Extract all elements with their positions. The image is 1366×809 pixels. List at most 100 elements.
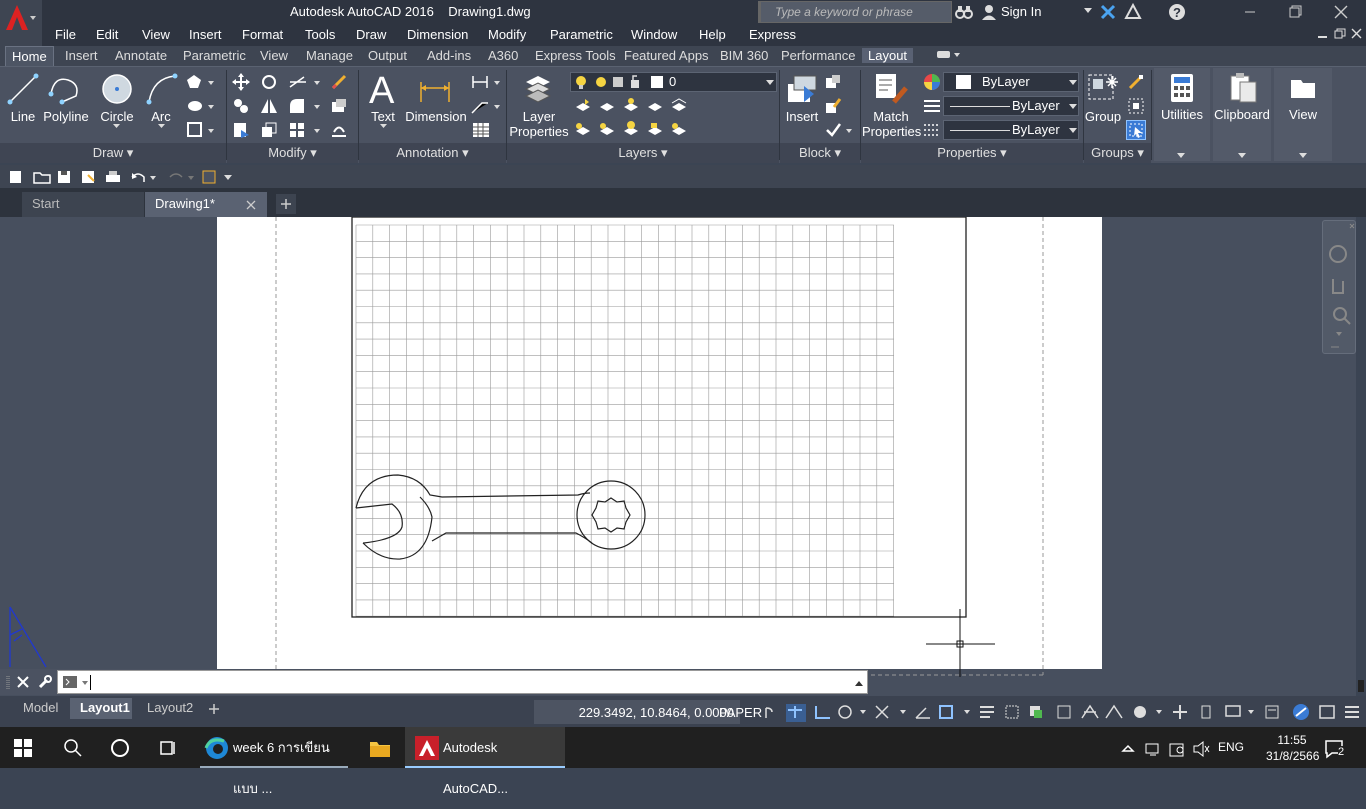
command-line-grip-icon[interactable]: [5, 674, 11, 692]
table-icon[interactable]: [472, 121, 490, 139]
utilities-button[interactable]: Utilities: [1154, 107, 1210, 122]
exchange-apps-icon[interactable]: [1100, 4, 1116, 20]
tab-insert[interactable]: Insert: [65, 48, 98, 63]
block-attribute-icon[interactable]: [824, 121, 854, 139]
navigation-tools[interactable]: [1323, 221, 1357, 355]
tab-manage[interactable]: Manage: [306, 48, 353, 63]
tab-parametric[interactable]: Parametric: [183, 48, 246, 63]
dimension-button[interactable]: Dimension: [404, 109, 468, 124]
coordinates-display[interactable]: 229.3492, 10.8464, 0.0000: [534, 700, 740, 724]
layer-properties-label-2[interactable]: Properties: [508, 124, 570, 139]
command-customize-icon[interactable]: [37, 674, 53, 690]
command-history-icon[interactable]: [855, 679, 865, 687]
vertical-scrollbar[interactable]: [1356, 217, 1366, 696]
taskbar-autocad-item[interactable]: Autodesk AutoCAD...: [405, 727, 565, 796]
layout-tab-layout2[interactable]: Layout2: [147, 700, 193, 715]
leader-icon[interactable]: [470, 97, 502, 115]
help-icon[interactable]: ?: [1168, 3, 1186, 21]
mirror-icon[interactable]: [260, 97, 278, 115]
tab-home[interactable]: Home: [5, 46, 54, 66]
search-input[interactable]: Type a keyword or phrase: [760, 1, 952, 23]
linear-dim-icon[interactable]: [470, 73, 502, 91]
signin-dropdown-icon[interactable]: [1084, 8, 1092, 14]
match-properties-label-2[interactable]: Properties: [862, 124, 921, 139]
scrollbar-thumb[interactable]: [1358, 680, 1364, 692]
line-button[interactable]: Line: [5, 109, 41, 124]
arc-icon[interactable]: [145, 72, 179, 106]
copy-icon[interactable]: [232, 97, 250, 115]
create-block-icon[interactable]: [824, 73, 842, 91]
close-tab-icon[interactable]: [246, 200, 256, 210]
windows-start-icon[interactable]: [14, 739, 32, 757]
annotation-panel-title[interactable]: Annotation ▾: [359, 143, 506, 163]
tab-add-ins[interactable]: Add-ins: [427, 48, 471, 63]
explode-icon[interactable]: [330, 97, 348, 115]
binoculars-icon[interactable]: [955, 4, 973, 20]
text-button[interactable]: Text: [364, 109, 402, 124]
polygon-icon[interactable]: [186, 73, 218, 91]
taskbar-browser-item[interactable]: week 6 การเขียนแบบ ...: [196, 727, 352, 796]
status-toggle-icons[interactable]: [760, 702, 1366, 722]
restore-icon[interactable]: [1288, 5, 1302, 19]
rotate-icon[interactable]: [260, 73, 278, 91]
tab-annotate[interactable]: Annotate: [115, 48, 167, 63]
hatch-icon[interactable]: [186, 97, 218, 115]
tab-layout[interactable]: Layout: [862, 48, 914, 63]
clipboard-dropdown-icon[interactable]: [1238, 153, 1246, 159]
view-dropdown-icon[interactable]: [1299, 153, 1307, 159]
menu-file[interactable]: File: [55, 27, 76, 42]
block-panel-title[interactable]: Block ▾: [780, 143, 860, 163]
stretch-icon[interactable]: [232, 121, 250, 139]
tab-express-tools[interactable]: Express Tools: [535, 48, 616, 63]
tray-icons[interactable]: [1120, 740, 1210, 758]
tab-featured-apps[interactable]: Featured Apps: [624, 48, 709, 63]
clipboard-button[interactable]: Clipboard: [1213, 107, 1271, 122]
trim-icon[interactable]: [288, 73, 324, 91]
minimize-icon[interactable]: [1234, 5, 1280, 19]
doc-minimize-icon[interactable]: [1318, 29, 1328, 39]
paper-space-toggle[interactable]: PAPER: [717, 700, 764, 724]
layout-tab-layout1[interactable]: Layout1: [80, 700, 130, 715]
color-dropdown[interactable]: ByLayer: [943, 72, 1079, 92]
text-dropdown-icon[interactable]: [380, 124, 387, 129]
tab-a360[interactable]: A360: [488, 48, 518, 63]
group-selection-toggle[interactable]: [1126, 120, 1146, 140]
sign-in-link[interactable]: Sign In: [1001, 4, 1041, 19]
new-tab-button[interactable]: [276, 194, 296, 214]
lineweight-dropdown[interactable]: ByLayer: [943, 120, 1079, 140]
view-button[interactable]: View: [1274, 107, 1332, 122]
viewport-frame[interactable]: [351, 217, 967, 618]
match-properties-label-1[interactable]: Match: [862, 109, 920, 124]
input-language[interactable]: ENG: [1218, 740, 1244, 754]
tab-bim-360[interactable]: BIM 360: [720, 48, 768, 63]
layers-panel-title[interactable]: Layers ▾: [507, 143, 779, 163]
menu-insert[interactable]: Insert: [189, 27, 222, 42]
dimension-icon[interactable]: [418, 72, 452, 106]
circle-icon[interactable]: [100, 72, 134, 106]
line-icon[interactable]: [6, 72, 40, 106]
arc-dropdown-icon[interactable]: [158, 124, 165, 129]
task-view-icon[interactable]: [158, 738, 178, 758]
group-button[interactable]: Group: [1084, 109, 1122, 124]
text-icon[interactable]: A: [367, 70, 399, 108]
tab-start[interactable]: Start: [22, 192, 144, 217]
fillet-icon[interactable]: [288, 97, 324, 115]
circle-button[interactable]: Circle: [98, 109, 136, 124]
array-icon[interactable]: [288, 121, 324, 139]
layout-tab-model[interactable]: Model: [23, 700, 58, 715]
ribbon-toggle-icon[interactable]: [937, 49, 961, 61]
clock[interactable]: 11:55 31/8/2566: [1266, 732, 1319, 764]
menu-modify[interactable]: Modify: [488, 27, 526, 42]
insert-block-icon[interactable]: [784, 72, 820, 106]
match-properties-icon[interactable]: [874, 72, 910, 106]
calculator-icon[interactable]: [1169, 72, 1195, 104]
linetype-dropdown[interactable]: ByLayer: [943, 96, 1079, 116]
move-icon[interactable]: [232, 73, 250, 91]
menu-format[interactable]: Format: [242, 27, 283, 42]
scale-icon[interactable]: [260, 121, 278, 139]
group-edit-icon[interactable]: [1127, 97, 1145, 115]
edit-block-icon[interactable]: [824, 97, 842, 115]
qat-icons[interactable]: [8, 169, 238, 185]
group-icon[interactable]: [1086, 72, 1120, 106]
polyline-icon[interactable]: [48, 72, 84, 106]
